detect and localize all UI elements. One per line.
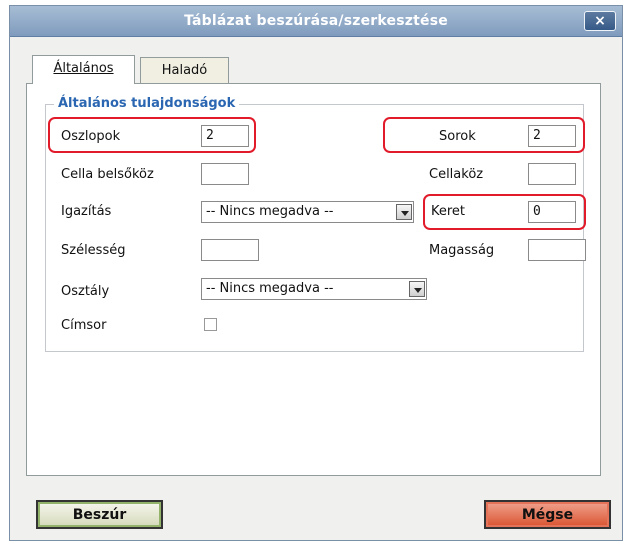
alignment-select-value: -- Nincs megadva -- xyxy=(206,204,334,219)
cancel-button[interactable]: Mégse xyxy=(484,500,611,529)
class-select[interactable]: -- Nincs megadva -- xyxy=(201,278,427,300)
class-select-value: -- Nincs megadva -- xyxy=(206,281,334,296)
columns-highlight xyxy=(48,117,256,153)
width-label: Szélesség xyxy=(61,243,126,258)
fieldset-legend: Általános tulajdonságok xyxy=(54,96,240,111)
tab-general-label: Általános xyxy=(53,61,114,76)
close-icon: × xyxy=(594,13,606,29)
width-input[interactable] xyxy=(201,239,259,261)
caption-checkbox[interactable] xyxy=(204,318,217,331)
height-input[interactable] xyxy=(528,239,586,261)
tab-advanced[interactable]: Haladó xyxy=(140,57,229,83)
tab-general[interactable]: Általános xyxy=(32,55,135,84)
cellpadding-input[interactable] xyxy=(201,163,249,185)
cellspacing-input[interactable] xyxy=(528,163,576,185)
border-highlight xyxy=(423,194,586,230)
title-bar[interactable]: Táblázat beszúrása/szerkesztése × xyxy=(10,6,622,37)
tab-advanced-label: Haladó xyxy=(161,63,208,78)
caption-label: Címsor xyxy=(61,318,107,333)
dialog-title: Táblázat beszúrása/szerkesztése xyxy=(184,13,448,29)
close-button[interactable]: × xyxy=(584,11,616,31)
height-label: Magasság xyxy=(429,243,495,258)
rows-highlight xyxy=(383,117,585,153)
cellpadding-label: Cella belsőköz xyxy=(61,167,154,182)
alignment-select[interactable]: -- Nincs megadva -- xyxy=(201,201,414,223)
chevron-down-icon xyxy=(409,281,425,297)
alignment-label: Igazítás xyxy=(61,204,112,219)
insert-button[interactable]: Beszúr xyxy=(36,500,163,529)
cellspacing-label: Cellaköz xyxy=(429,167,484,182)
chevron-down-icon xyxy=(396,204,412,220)
class-label: Osztály xyxy=(61,284,110,299)
